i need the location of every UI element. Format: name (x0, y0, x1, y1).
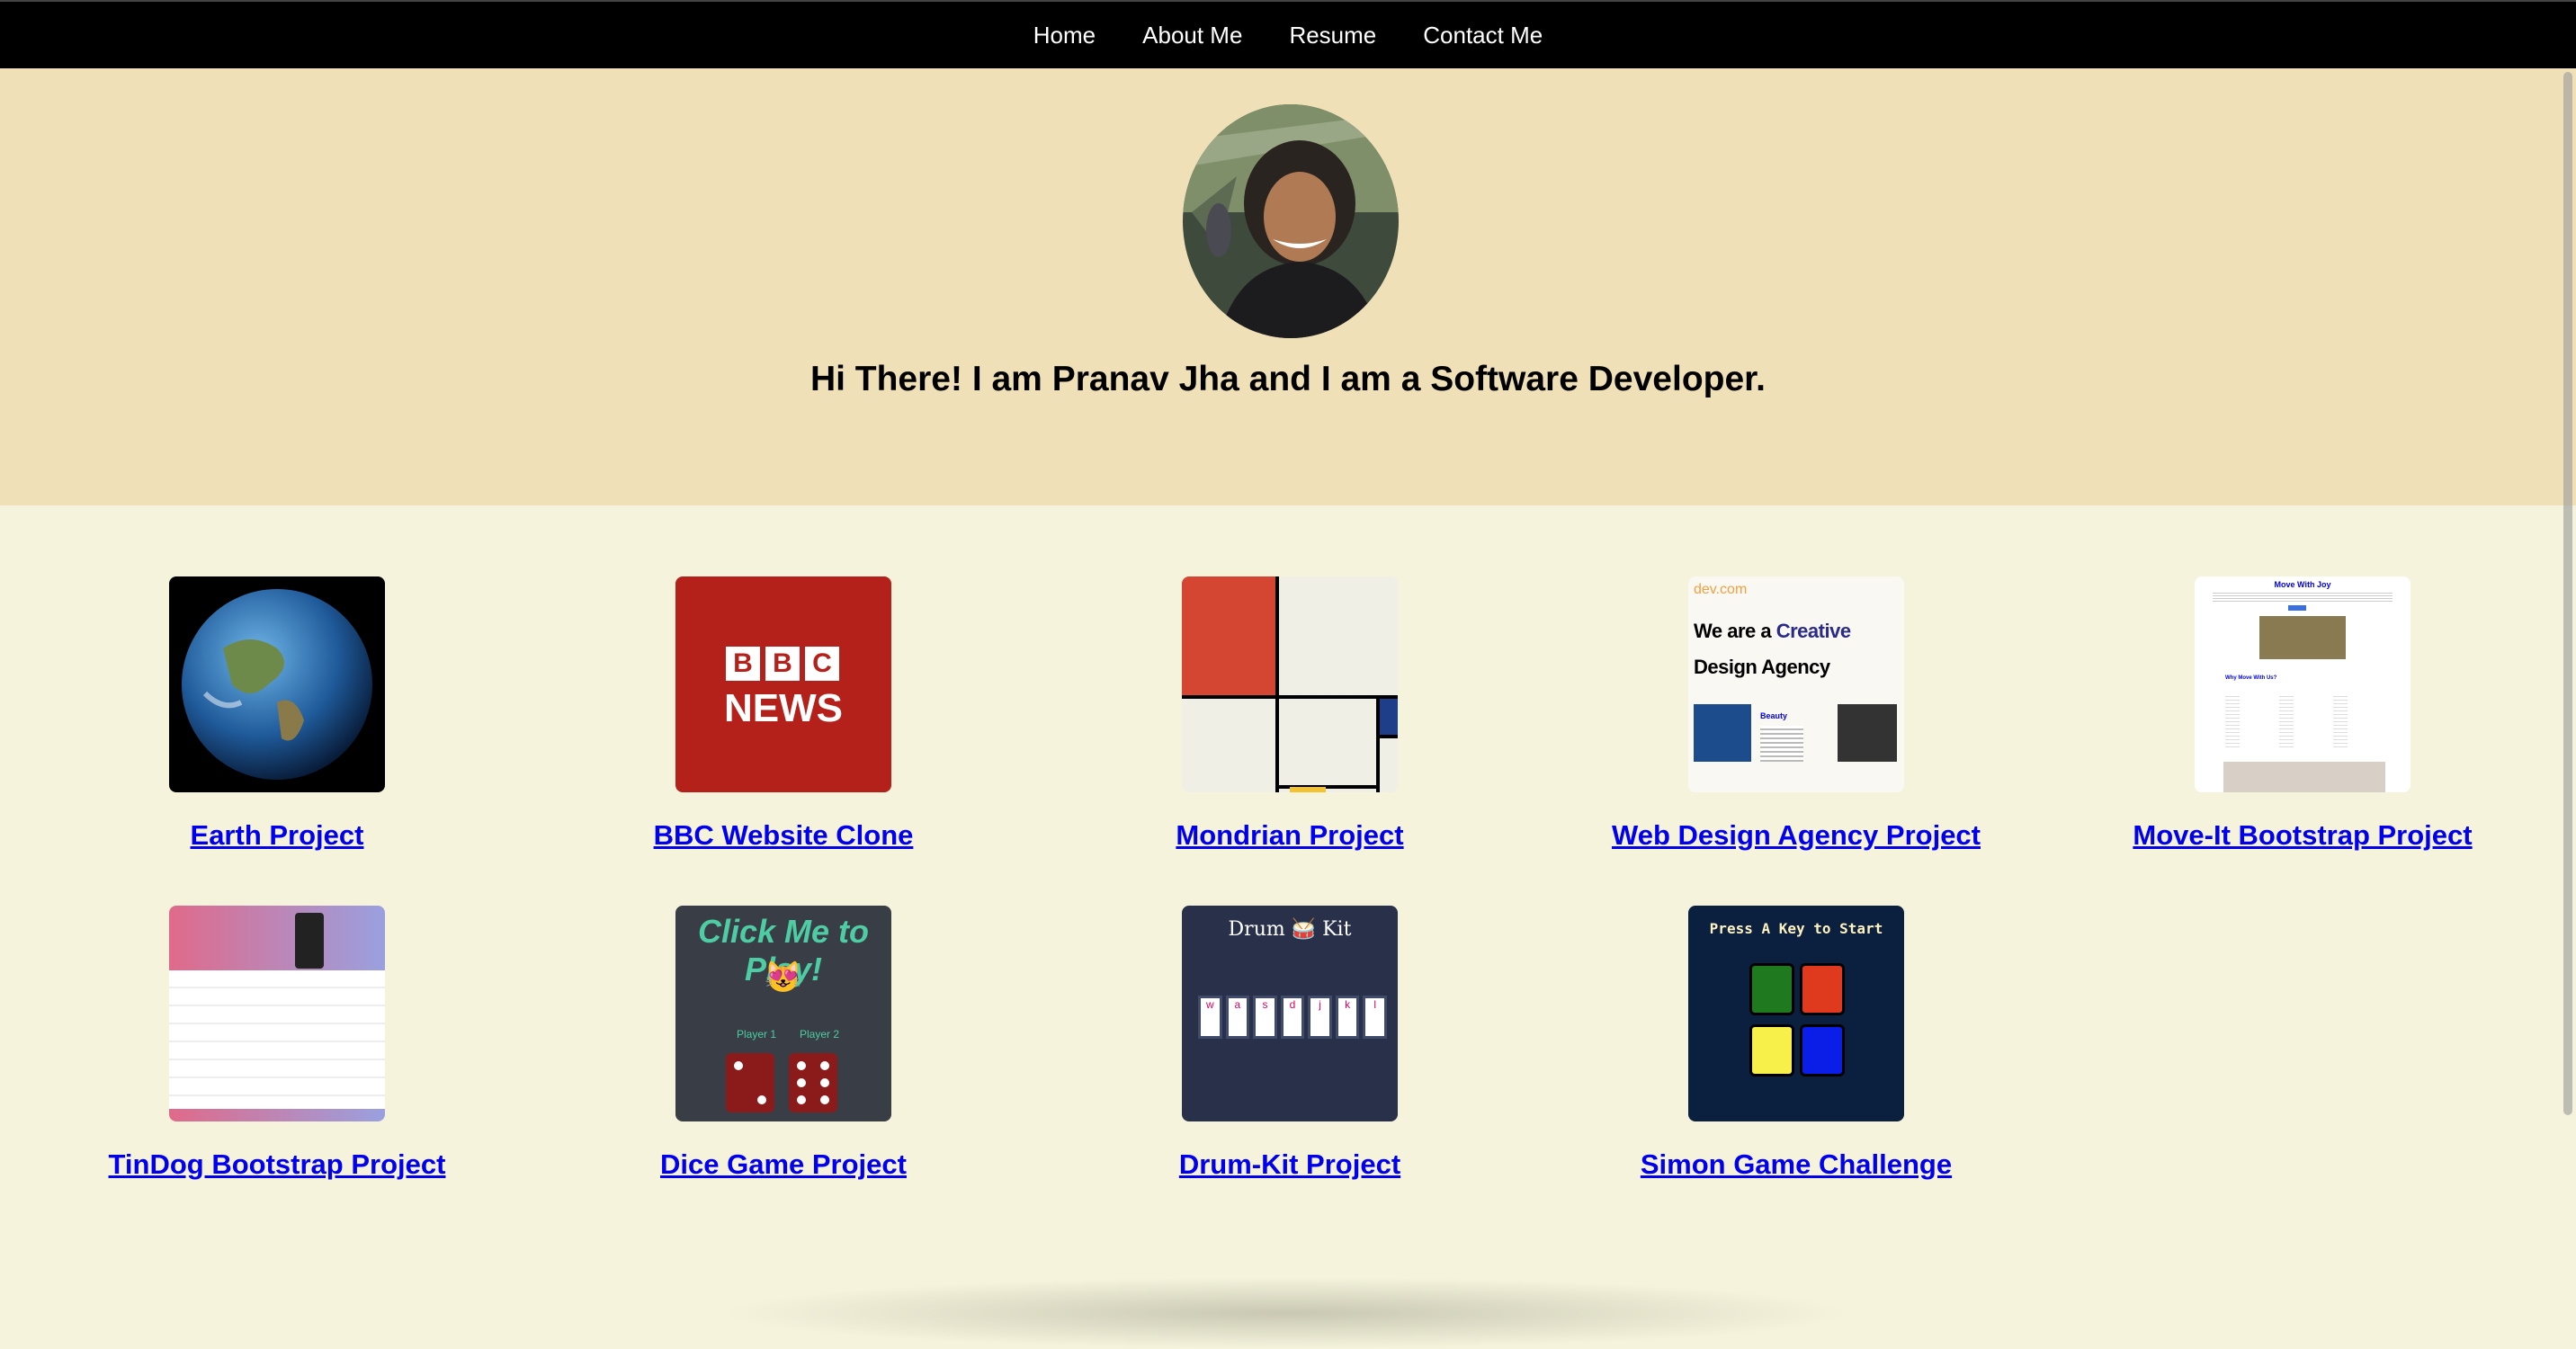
moveit-button (2288, 605, 2306, 611)
project-card-bbc: B B C NEWS BBC Website Clone (532, 576, 1035, 852)
agency-heading-plain: We are a (1694, 620, 1776, 642)
agency-image-dark (1838, 704, 1897, 762)
simon-green-button (1749, 963, 1794, 1015)
project-card-drumkit: Drum 🥁 Kit w a s d j k l Drum-Kit Projec… (1038, 906, 1542, 1181)
top-navbar: Home About Me Resume Contact Me (0, 0, 2576, 68)
drumkit-keys: w a s d j k l (1198, 996, 1388, 1039)
agency-thumbnail[interactable]: dev.com We are a Creative Design Agency … (1688, 576, 1904, 792)
moveit-project-link[interactable]: Move-It Bootstrap Project (2051, 819, 2554, 852)
dice-thumbnail[interactable]: Click Me to Play! 😻 Player 1 Player 2 (675, 906, 891, 1121)
moveit-title: Move With Joy (2274, 580, 2331, 589)
dice-player2-label: Player 2 (800, 1028, 840, 1041)
drum-key: s (1253, 996, 1277, 1039)
earth-thumbnail[interactable] (169, 576, 385, 792)
moveit-intro-text (2213, 591, 2393, 603)
avatar (1183, 104, 1399, 338)
bbc-letter: B (726, 647, 760, 681)
drum-key: k (1335, 996, 1360, 1039)
simon-project-link[interactable]: Simon Game Challenge (1544, 1148, 2048, 1181)
dice-icon (726, 1053, 837, 1112)
drumkit-thumbnail[interactable]: Drum 🥁 Kit w a s d j k l (1182, 906, 1398, 1121)
drum-key: a (1225, 996, 1250, 1039)
project-card-agency: dev.com We are a Creative Design Agency … (1544, 576, 2048, 852)
tindog-hero (169, 906, 385, 970)
dice-player1-label: Player 1 (737, 1028, 777, 1041)
moveit-why-label: Why Move With Us? (2225, 675, 2277, 681)
agency-heading-accent: Creative (1775, 620, 1851, 642)
agency-image-blue (1694, 704, 1751, 762)
moveit-thumbnail[interactable]: Move With Joy Why Move With Us? (2195, 576, 2411, 792)
moveit-bottom-image (2223, 762, 2385, 792)
nav-resume-link[interactable]: Resume (1289, 22, 1376, 49)
agency-project-link[interactable]: Web Design Agency Project (1544, 819, 2048, 852)
bbc-thumbnail[interactable]: B B C NEWS (675, 576, 891, 792)
simon-blue-button (1800, 1024, 1845, 1077)
earth-globe-icon (182, 589, 372, 780)
mondrian-art-icon (1182, 576, 1398, 792)
project-card-moveit: Move With Joy Why Move With Us? Move-It … (2051, 576, 2554, 852)
simon-thumbnail[interactable]: Press A Key to Start (1688, 906, 1904, 1121)
nav-home-link[interactable]: Home (1033, 22, 1096, 49)
mondrian-thumbnail[interactable] (1182, 576, 1398, 792)
agency-text-lines (1760, 726, 1803, 762)
drum-key: j (1308, 996, 1332, 1039)
simon-yellow-button (1749, 1024, 1794, 1077)
tindog-phone (295, 913, 324, 969)
hero-headline: Hi There! I am Pranav Jha and I am a Sof… (809, 360, 1767, 398)
moveit-hero-image (2259, 616, 2346, 659)
simon-title: Press A Key to Start (1709, 920, 1883, 937)
bbc-letter: B (765, 647, 800, 681)
tindog-thumbnail[interactable] (169, 906, 385, 1121)
tindog-project-link[interactable]: TinDog Bootstrap Project (25, 1148, 529, 1181)
simon-red-button (1800, 963, 1845, 1015)
project-card-mondrian: Mondrian Project (1038, 576, 1542, 852)
agency-domain: dev.com (1694, 582, 1748, 597)
profile-photo-icon (1183, 104, 1399, 338)
drumkit-project-link[interactable]: Drum-Kit Project (1038, 1148, 1542, 1181)
mondrian-project-link[interactable]: Mondrian Project (1038, 819, 1542, 852)
drum-key: d (1280, 996, 1305, 1039)
bbc-letter: C (805, 647, 839, 681)
project-card-dice: Click Me to Play! 😻 Player 1 Player 2 Di… (532, 906, 1035, 1181)
tindog-footer (169, 1109, 385, 1121)
tindog-content (169, 970, 385, 1121)
nav-about-link[interactable]: About Me (1142, 22, 1242, 49)
project-card-earth: Earth Project (25, 576, 529, 852)
drum-key: l (1363, 996, 1388, 1039)
agency-heading-2: Design Agency (1694, 656, 1830, 678)
project-card-tindog: TinDog Bootstrap Project (25, 906, 529, 1181)
dice-emoji: 😻 (764, 960, 803, 995)
agency-heading-1: We are a Creative (1694, 620, 1851, 643)
nav-contact-link[interactable]: Contact Me (1423, 22, 1543, 49)
footer-shadow (720, 1277, 1853, 1349)
drum-key: w (1198, 996, 1222, 1039)
bbc-project-link[interactable]: BBC Website Clone (532, 819, 1035, 852)
dice-project-link[interactable]: Dice Game Project (532, 1148, 1035, 1181)
moveit-features (2225, 693, 2387, 747)
bbc-news-text: NEWS (724, 686, 843, 730)
bbc-logo: B B C (726, 647, 839, 681)
earth-project-link[interactable]: Earth Project (25, 819, 529, 852)
project-card-simon: Press A Key to Start Simon Game Challeng… (1544, 906, 2048, 1181)
agency-beauty-label: Beauty (1760, 711, 1788, 720)
page-scrollbar[interactable] (2563, 72, 2572, 1115)
drumkit-title: Drum 🥁 Kit (1228, 918, 1352, 941)
